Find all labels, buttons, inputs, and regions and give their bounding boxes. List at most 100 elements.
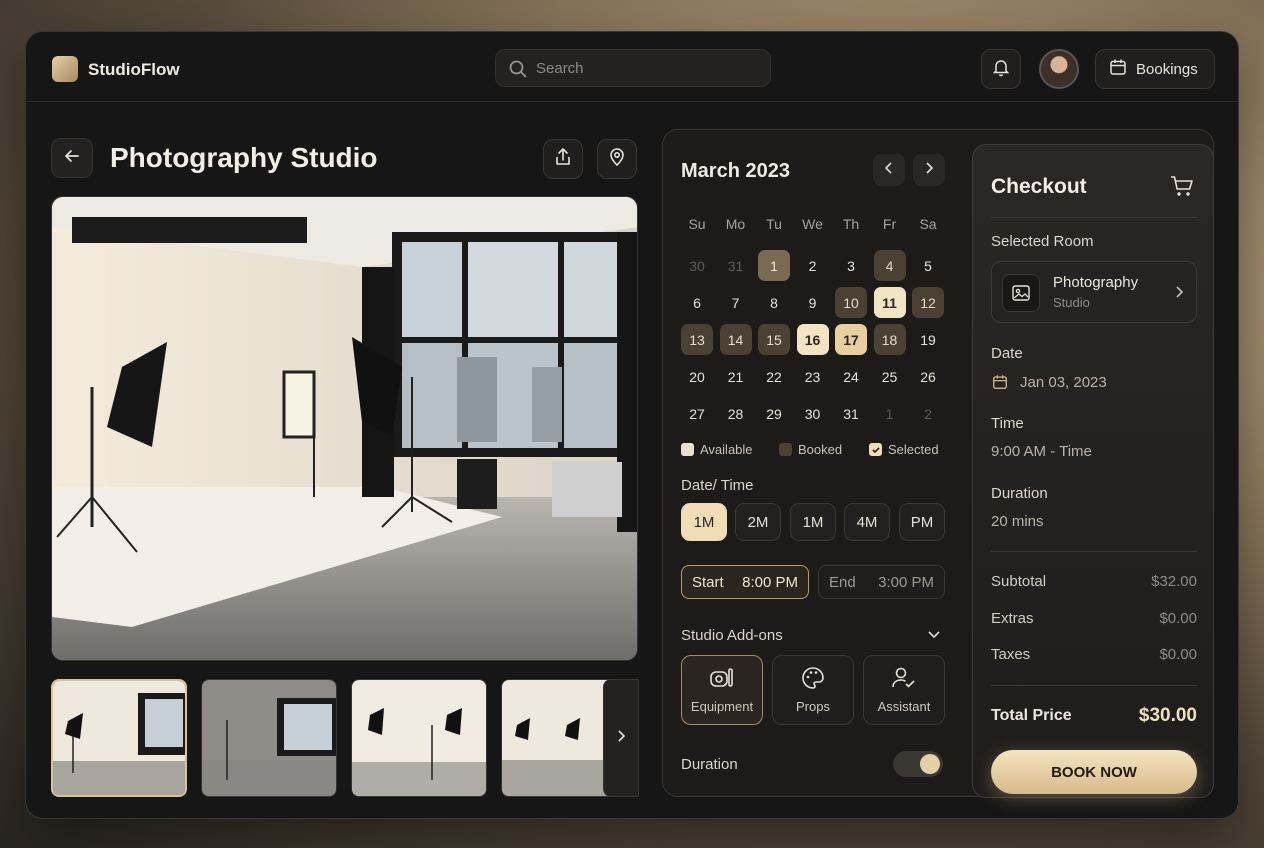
legend-selected: Selected — [869, 442, 939, 457]
search-input[interactable] — [536, 50, 756, 86]
calendar-day[interactable]: 25 — [874, 361, 906, 392]
calendar-day[interactable]: 31 — [720, 250, 752, 281]
avatar[interactable] — [1039, 49, 1079, 89]
weekday-label: Fr — [882, 216, 897, 232]
addon-label: Props — [796, 699, 830, 714]
checkout-panel: Checkout Selected Room Photography Studi… — [972, 144, 1214, 798]
booked-swatch — [779, 443, 792, 456]
calendar-day[interactable]: 16 — [796, 324, 829, 355]
calendar-day[interactable]: 5 — [912, 250, 944, 281]
addon-equipment[interactable]: Equipment — [681, 655, 763, 725]
start-time-field[interactable]: Start 8:00 PM — [681, 565, 809, 599]
location-button[interactable] — [597, 139, 637, 179]
chevron-right-icon — [614, 729, 628, 748]
share-button[interactable] — [543, 139, 583, 179]
book-now-button[interactable]: BOOK NOW — [991, 750, 1197, 794]
calendar-day[interactable]: 9 — [797, 287, 829, 318]
duration-chip[interactable]: 2M — [735, 503, 781, 541]
app-window: StudioFlow Bookings Photography Studio — [25, 31, 1239, 819]
calendar-day[interactable]: 18 — [873, 324, 906, 355]
duration-label: Duration — [991, 485, 1048, 502]
next-month-button[interactable] — [913, 154, 945, 186]
equipment-icon — [709, 666, 735, 693]
calendar-day[interactable]: 31 — [835, 398, 867, 429]
bookings-button[interactable]: Bookings — [1095, 49, 1215, 89]
calendar-day[interactable]: 23 — [797, 361, 829, 392]
calendar-day[interactable]: 15 — [758, 324, 790, 355]
subtotal-label: Subtotal — [991, 573, 1047, 590]
room-name: Photography — [1053, 274, 1139, 291]
calendar-day[interactable]: 26 — [912, 361, 944, 392]
thumbnail-1[interactable] — [51, 679, 187, 797]
duration-chip[interactable]: 1M — [790, 503, 836, 541]
calendar-day[interactable]: 27 — [681, 398, 713, 429]
end-time-field[interactable]: End 3:00 PM — [818, 565, 945, 599]
back-button[interactable] — [51, 138, 93, 178]
weekday-label: Mo — [725, 216, 746, 232]
addon-assistant[interactable]: Assistant — [863, 655, 945, 725]
palette-icon — [801, 666, 825, 693]
search-box[interactable] — [495, 49, 771, 87]
calendar-day[interactable]: 11 — [873, 287, 906, 318]
calendar-day[interactable]: 2 — [797, 250, 829, 281]
chevron-right-icon — [1172, 285, 1186, 304]
total-label: Total Price — [991, 707, 1072, 724]
selected-room-label: Selected Room — [991, 233, 1094, 250]
thumbnail-2[interactable] — [201, 679, 337, 797]
calendar-month: March 2023 — [681, 160, 790, 182]
duration-label: Duration — [681, 756, 738, 773]
chevron-down-icon[interactable] — [927, 627, 941, 646]
calendar-day[interactable]: 10 — [835, 287, 867, 318]
calendar-day[interactable]: 30 — [681, 250, 713, 281]
calendar-day[interactable]: 24 — [835, 361, 867, 392]
calendar-day[interactable]: 1 — [758, 250, 790, 281]
calendar-day[interactable]: 20 — [681, 361, 713, 392]
image-icon — [1002, 274, 1040, 312]
thumbnail-3[interactable] — [351, 679, 487, 797]
calendar-day[interactable]: 12 — [912, 287, 944, 318]
calendar-day[interactable]: 4 — [873, 250, 906, 281]
addon-label: Assistant — [877, 699, 931, 714]
calendar-day[interactable]: 7 — [720, 287, 752, 318]
calendar-day[interactable]: 6 — [681, 287, 713, 318]
calendar-day[interactable]: 19 — [912, 324, 944, 355]
calendar-day[interactable]: 29 — [758, 398, 790, 429]
selected-room-card[interactable]: Photography Studio — [991, 261, 1197, 323]
weekday-label: Th — [842, 216, 860, 232]
calendar-day[interactable]: 8 — [758, 287, 790, 318]
start-label: Start — [692, 573, 724, 591]
calendar-day[interactable]: 3 — [835, 250, 867, 281]
notifications-button[interactable] — [981, 49, 1021, 89]
prev-month-button[interactable] — [873, 154, 905, 186]
calendar-day[interactable]: 1 — [874, 398, 906, 429]
duration-value: 20 mins — [991, 513, 1044, 530]
addon-props[interactable]: Props — [772, 655, 854, 725]
duration-chip[interactable]: 4M — [844, 503, 890, 541]
calendar-icon — [1108, 57, 1128, 81]
calendar-day[interactable]: 28 — [720, 398, 752, 429]
room-subtitle: Studio — [1053, 295, 1090, 310]
cart-icon[interactable] — [1169, 173, 1195, 204]
user-check-icon — [891, 666, 917, 693]
extras-label: Extras — [991, 610, 1034, 627]
calendar-day[interactable]: 21 — [720, 361, 752, 392]
total-row: Total Price $30.00 — [991, 705, 1197, 727]
calendar-day[interactable]: 17 — [835, 324, 867, 355]
extras-value: $0.00 — [1159, 610, 1197, 627]
thumbnails-next-button[interactable] — [603, 679, 639, 797]
checkout-title: Checkout — [991, 175, 1087, 198]
calendar-day[interactable]: 14 — [719, 324, 752, 355]
weekday-label: Su — [688, 216, 706, 232]
arrow-left-icon — [62, 146, 82, 171]
extras-row: Extras $0.00 — [991, 610, 1197, 627]
logo-icon[interactable] — [52, 56, 78, 82]
checkmark-icon — [869, 443, 882, 456]
calendar-day[interactable]: 13 — [681, 324, 713, 355]
addons-label: Studio Add-ons — [681, 627, 783, 644]
duration-chip[interactable]: 1M — [681, 503, 727, 541]
calendar-day[interactable]: 30 — [797, 398, 829, 429]
calendar-day[interactable]: 2 — [912, 398, 944, 429]
duration-toggle[interactable] — [893, 751, 943, 777]
calendar-day[interactable]: 22 — [758, 361, 790, 392]
duration-chip[interactable]: PM — [899, 503, 945, 541]
